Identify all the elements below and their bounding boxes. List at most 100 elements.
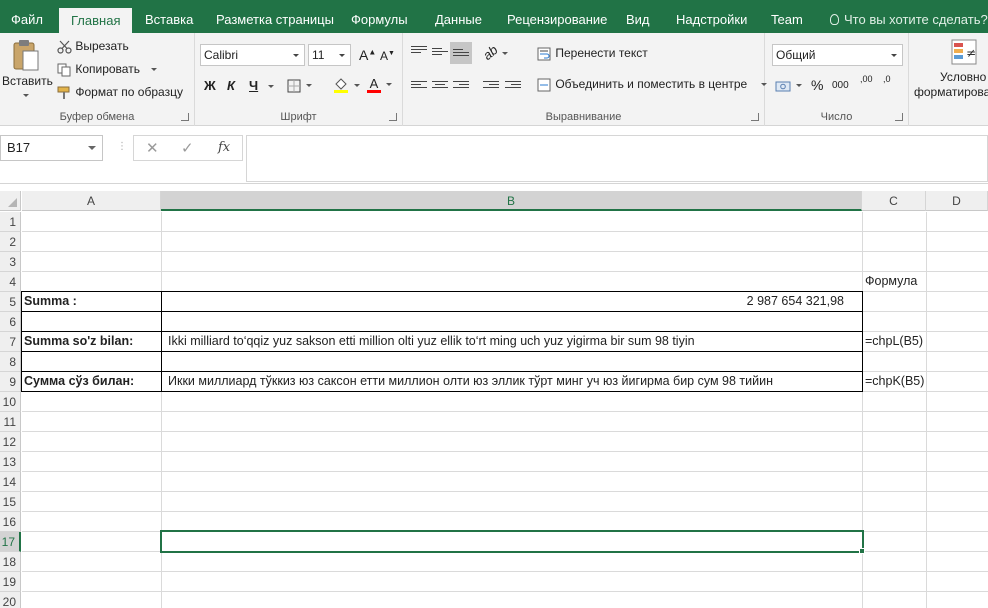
row-header-16[interactable]: 16 (0, 512, 21, 532)
row-header-4[interactable]: 4 (0, 272, 21, 292)
cut-button[interactable]: Вырезать (57, 39, 129, 54)
chevron-down-icon[interactable] (88, 146, 96, 150)
row-header-6[interactable]: 6 (0, 312, 21, 332)
grow-font-button[interactable]: A▲ (359, 47, 376, 63)
fill-color-button[interactable] (333, 77, 360, 93)
decrease-decimal-button[interactable]: ,0 (883, 75, 891, 84)
align-left-icon[interactable] (411, 81, 427, 93)
borders-button[interactable] (287, 78, 312, 93)
align-right-icon[interactable] (453, 81, 469, 93)
copy-dropdown-icon[interactable] (151, 68, 158, 72)
thousands-separator-button[interactable]: 000 (832, 80, 849, 91)
cell-c4[interactable]: Формула (865, 271, 917, 291)
font-group: Calibri 11 A▲ A▼ Ж К Ч A Шрифт (195, 33, 403, 126)
font-name-select[interactable]: Calibri (200, 44, 305, 66)
fill-handle[interactable] (859, 548, 865, 554)
name-box-value: B17 (7, 140, 31, 155)
accounting-format-button[interactable] (775, 78, 802, 93)
row-header-12[interactable]: 12 (0, 432, 21, 452)
row-header-8[interactable]: 8 (0, 352, 21, 372)
row-header-1[interactable]: 1 (0, 212, 21, 232)
italic-button[interactable]: К (227, 78, 235, 93)
row-header-19[interactable]: 19 (0, 572, 21, 592)
decrease-decimal-icon: ,0 (883, 74, 891, 84)
clipboard-launcher-icon[interactable] (181, 113, 189, 121)
paste-label: Вставить (2, 74, 53, 88)
cell-a9[interactable]: Сумма сўз билан: (24, 371, 134, 391)
row-header-18[interactable]: 18 (0, 552, 21, 572)
tab-addins[interactable]: Надстройки (676, 0, 747, 33)
row-header-5[interactable]: 5 (0, 292, 21, 312)
column-header-c[interactable]: C (862, 191, 926, 211)
percent-button[interactable]: % (811, 77, 823, 93)
wrap-text-button[interactable]: Перенести текст (537, 46, 648, 61)
row-header-9[interactable]: 9 (0, 372, 21, 392)
tell-me-search[interactable]: Что вы хотите сделать? (830, 0, 988, 33)
align-bottom-button[interactable] (450, 42, 472, 64)
cell-a5[interactable]: Summa : (24, 291, 77, 311)
enter-icon[interactable]: ✓ (181, 139, 194, 157)
chevron-down-icon (891, 54, 897, 57)
alignment-launcher-icon[interactable] (751, 113, 759, 121)
tab-page-layout[interactable]: Разметка страницы (216, 0, 334, 33)
column-header-a[interactable]: A (22, 191, 161, 211)
select-all-button[interactable] (0, 191, 21, 211)
tab-formulas[interactable]: Формулы (351, 0, 408, 33)
row-header-3[interactable]: 3 (0, 252, 21, 272)
align-center-icon[interactable] (432, 81, 448, 93)
tab-team[interactable]: Team (771, 0, 803, 33)
tab-review[interactable]: Рецензирование (507, 0, 607, 33)
increase-indent-icon[interactable] (505, 81, 521, 93)
number-format-select[interactable]: Общий (772, 44, 903, 66)
underline-button[interactable]: Ч (249, 78, 258, 93)
row-header-20[interactable]: 20 (0, 592, 21, 608)
tab-file[interactable]: Файл (11, 0, 43, 33)
bold-button[interactable]: Ж (204, 78, 216, 93)
number-launcher-icon[interactable] (895, 113, 903, 121)
formula-input[interactable] (246, 135, 988, 182)
row-header-10[interactable]: 10 (0, 392, 21, 412)
active-cell-b17[interactable] (160, 530, 864, 553)
cell-c7[interactable]: =chpL(B5) (865, 331, 923, 351)
name-box[interactable]: B17 (0, 135, 103, 161)
format-painter-button[interactable]: Формат по образцу (57, 85, 183, 100)
decrease-indent-icon[interactable] (483, 81, 499, 93)
font-launcher-icon[interactable] (389, 113, 397, 121)
cell-a7[interactable]: Summa so'z bilan: (24, 331, 133, 351)
number-group: Общий % 000 ,00 ,0 Число (765, 33, 909, 126)
cell-b7[interactable]: Ikki milliard to‘qqiz yuz sakson etti mi… (168, 331, 695, 351)
cell-c9[interactable]: =chpK(B5) (865, 371, 924, 391)
align-middle-icon[interactable] (432, 48, 448, 60)
tab-data[interactable]: Данные (435, 0, 482, 33)
cell-b5[interactable]: 2 987 654 321,98 (162, 291, 844, 311)
copy-button[interactable]: Копировать (57, 62, 158, 77)
underline-dropdown-icon[interactable] (268, 85, 274, 88)
paste-button[interactable]: Вставить (2, 39, 53, 109)
column-header-d[interactable]: D (926, 191, 988, 211)
tab-view[interactable]: Вид (626, 0, 650, 33)
row-header-11[interactable]: 11 (0, 412, 21, 432)
row-header-13[interactable]: 13 (0, 452, 21, 472)
row-header-15[interactable]: 15 (0, 492, 21, 512)
row-header-2[interactable]: 2 (0, 232, 21, 252)
cancel-icon[interactable]: ✕ (146, 139, 159, 157)
cell-b9[interactable]: Икки миллиард тўккиз юз саксон етти милл… (168, 371, 773, 391)
shrink-font-button[interactable]: A▼ (380, 49, 395, 63)
chevron-down-icon (293, 54, 299, 57)
merge-center-button[interactable]: Объединить и поместить в центре (537, 77, 767, 92)
conditional-formatting-button[interactable]: ≠ Условно форматирова (909, 39, 988, 100)
worksheet-grid[interactable]: A B C D 1 2 3 4 5 6 7 8 9 10 11 12 13 14 15 16 17 18 19 20 … (0, 191, 988, 608)
align-top-icon[interactable] (411, 46, 427, 58)
row-header-14[interactable]: 14 (0, 472, 21, 492)
tab-insert[interactable]: Вставка (145, 0, 193, 33)
font-color-button[interactable]: A (367, 77, 392, 93)
row-header-17[interactable]: 17 (0, 532, 21, 552)
row-header-7[interactable]: 7 (0, 332, 21, 352)
column-header-b[interactable]: B (161, 191, 862, 211)
orientation-button[interactable]: ab (480, 42, 509, 63)
conditional-formatting-label-line1: Условно (940, 70, 987, 84)
increase-decimal-button[interactable]: ,00 (860, 75, 873, 84)
font-size-select[interactable]: 11 (308, 44, 351, 66)
insert-function-icon[interactable]: fx (218, 140, 230, 155)
tab-home[interactable]: Главная (59, 8, 133, 33)
